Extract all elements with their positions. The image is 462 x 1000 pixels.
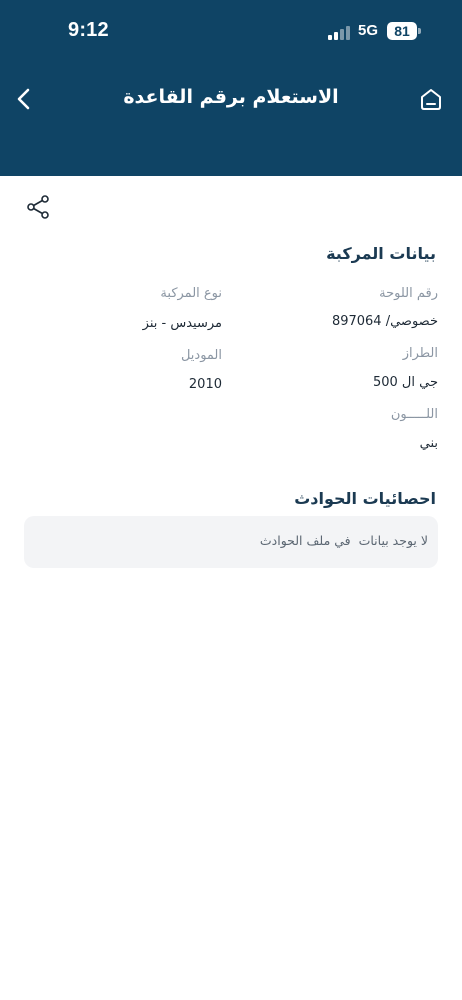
accidents-empty-message: لا يوجد بيانات في ملف الحوادث xyxy=(259,533,428,548)
app-header: 9:12 5G 81 الاستعلام برقم القاعدة xyxy=(0,0,462,176)
signal-icon xyxy=(328,24,352,40)
chevron-left-icon xyxy=(17,88,30,110)
share-button[interactable] xyxy=(26,194,52,220)
vehicle-section-title: بيانات المركبة xyxy=(326,244,436,263)
status-bar: 9:12 5G 81 xyxy=(0,0,462,60)
page-title: الاستعلام برقم القاعدة xyxy=(123,86,339,108)
back-button[interactable] xyxy=(10,84,40,114)
model-value: جي ال 500 xyxy=(372,375,438,390)
accidents-empty-card: لا يوجد بيانات في ملف الحوادث xyxy=(24,516,438,568)
battery-icon: 81 xyxy=(387,22,417,40)
vehicle-type-label: نوع المركبة xyxy=(160,286,222,301)
color-label: اللـــــون xyxy=(390,407,438,422)
color-value: بني xyxy=(419,436,438,451)
home-button[interactable] xyxy=(416,84,446,114)
battery-cap xyxy=(418,28,421,34)
vehicle-type-value: مرسيدس - بنز xyxy=(142,316,222,331)
share-icon xyxy=(27,195,49,219)
plate-value: خصوصي/ 897064 xyxy=(331,314,438,329)
status-time: 9:12 xyxy=(68,19,109,41)
battery-level: 81 xyxy=(394,23,410,39)
year-label: الموديل xyxy=(180,348,222,363)
network-type: 5G xyxy=(358,22,379,39)
plate-label: رقم اللوحة xyxy=(379,286,438,301)
model-label: الطراز xyxy=(402,346,438,361)
year-value: 2010 xyxy=(188,377,222,392)
accidents-section-title: احصائيات الحوادث xyxy=(294,489,436,508)
home-icon xyxy=(421,89,441,110)
